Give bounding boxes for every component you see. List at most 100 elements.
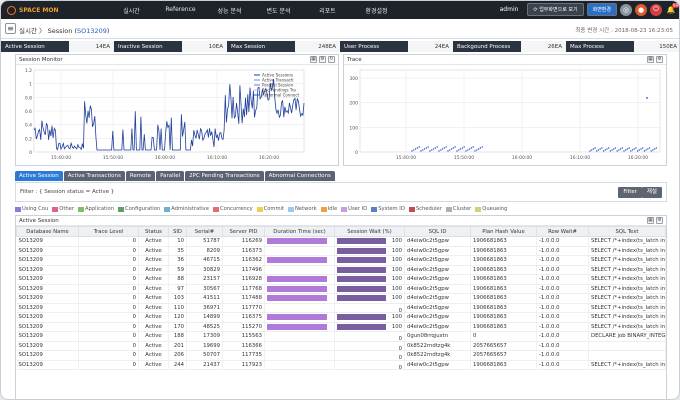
tab-2pc-pending[interactable]: 2PC Pending Transactions bbox=[185, 171, 264, 181]
trace-point bbox=[434, 147, 437, 149]
table-row[interactable]: SO13209 0 Active 244 21437 117923 0 d4eiw0c2t5g… bbox=[16, 360, 666, 370]
table-row[interactable]: SO13209 0 Active 201 19699 116366 0 0k8522rndtz… bbox=[16, 341, 666, 351]
trace-point bbox=[611, 149, 613, 151]
trace-point bbox=[477, 148, 480, 150]
column-header[interactable]: Plan Hash Value bbox=[470, 226, 537, 237]
stat-user-process: User Process 24EA bbox=[340, 41, 453, 52]
refresh-icon[interactable]: ↻ bbox=[328, 56, 335, 63]
y-tick-label: 100 bbox=[349, 125, 358, 131]
trace-point bbox=[635, 147, 637, 149]
column-header[interactable]: SID bbox=[168, 226, 187, 237]
table-row[interactable]: SO13209 0 Active 170 48525 115270 100 d4eiw0c2t… bbox=[16, 322, 666, 332]
trace-point bbox=[591, 149, 593, 151]
tab-active-session[interactable]: Active Session bbox=[15, 171, 63, 181]
column-header[interactable]: SQL ID bbox=[404, 226, 471, 237]
active-session-table-panel: Active Session ▦ ⚙ Database Name Trace Lev… bbox=[15, 215, 667, 399]
tab-remote[interactable]: Remote bbox=[125, 171, 156, 181]
notification-count: 99 bbox=[671, 2, 679, 8]
column-header[interactable]: Duration Time (sec) bbox=[264, 226, 335, 237]
stat-value: 10EA bbox=[182, 41, 227, 52]
table-row[interactable]: SO13209 0 Active 35 8209 116373 100 d4eiw0c2t5g… bbox=[16, 246, 666, 256]
table-row[interactable]: SO13209 0 Active 110 36971 117770 0 d4eiw0c2t5g… bbox=[16, 303, 666, 313]
column-header[interactable]: Trace Level bbox=[78, 226, 139, 237]
nav-item-performance[interactable]: 성능 분석 bbox=[205, 6, 254, 15]
table-row[interactable]: SO13209 0 Active 59 30829 117496 100 d4eiw0c2t5… bbox=[16, 265, 666, 275]
column-header[interactable]: Server PID bbox=[222, 226, 265, 237]
column-header[interactable]: SQL Text bbox=[588, 226, 666, 237]
trace-point bbox=[443, 147, 446, 149]
globe-icon[interactable]: ◎ bbox=[620, 3, 632, 16]
y-tick-label: 1.2 bbox=[25, 68, 32, 74]
config-icon[interactable]: ▦ bbox=[647, 217, 654, 224]
settings-icon[interactable]: ⚙ bbox=[656, 217, 663, 224]
tab-parallel[interactable]: Parallel bbox=[156, 171, 185, 181]
table-row[interactable]: SO13209 0 Active 10 51787 116269 100 d4eiw0c2t5… bbox=[16, 236, 666, 247]
duration-bar bbox=[267, 238, 327, 244]
session-wait-bar bbox=[337, 285, 386, 292]
column-header[interactable]: Status bbox=[138, 226, 169, 237]
table-header-row: Database Name Trace Level Status SID Serial#… bbox=[16, 226, 666, 237]
view-business-button[interactable]: ⟳ 업무화면으로 보기 bbox=[527, 3, 584, 16]
wait-legend-item: User IO bbox=[341, 206, 367, 212]
trace-point bbox=[429, 150, 431, 152]
table-cell: 116373 bbox=[222, 246, 265, 256]
tab-active-transactions[interactable]: Active Transactions bbox=[63, 171, 125, 181]
screen-env-button[interactable]: 화면환경 bbox=[586, 3, 617, 16]
user-icon[interactable]: ● bbox=[635, 3, 647, 16]
table-cell: d4eiw0c2t5gpw bbox=[404, 360, 471, 370]
table-cell: SELECT /*+index(ts_latch ind_sh bbox=[588, 322, 666, 332]
table-cell bbox=[264, 255, 335, 266]
table-row[interactable]: SO13209 0 Active 188 17309 115563 0 0gun08rrqju… bbox=[16, 331, 666, 342]
table-row[interactable]: SO13209 0 Active 103 41511 117488 100 d4eiw0c2t… bbox=[16, 293, 666, 304]
tab-abnormal-connections[interactable]: Abnormal Connections bbox=[264, 171, 335, 181]
nav-item-realtime[interactable]: 실시간 bbox=[107, 6, 156, 15]
config-icon[interactable]: ▦ bbox=[310, 56, 317, 63]
bell-icon[interactable]: 🔔 99 bbox=[665, 2, 679, 16]
table-row[interactable]: SO13209 0 Active 206 50707 117735 0 0k8522rndtz… bbox=[16, 350, 666, 361]
trace-panel: Trace ▦ ⚙ 300 200 100 0 15:40:00 15:50:00 16:00… bbox=[343, 54, 667, 166]
table-cell: 0 bbox=[334, 303, 405, 313]
power-icon[interactable]: ⏻ bbox=[650, 3, 662, 16]
nav-item-report[interactable]: 리포트 bbox=[303, 6, 352, 15]
session-wait-value: 100 bbox=[391, 238, 402, 244]
main-nav: 실시간 Reference 성능 분석 변도 분석 리포트 환경설정 bbox=[107, 6, 401, 15]
column-header[interactable]: Serial# bbox=[186, 226, 223, 237]
table-row[interactable]: SO13209 0 Active 97 30567 117768 100 d4eiw0c2t5… bbox=[16, 284, 666, 294]
nav-item-reference[interactable]: Reference bbox=[156, 6, 205, 15]
table-cell: -1.0.0.0 bbox=[536, 360, 589, 370]
y-tick-label: 1 bbox=[29, 82, 32, 88]
app-logo[interactable]: SPACE MON bbox=[1, 1, 61, 19]
settings-icon[interactable]: ⚙ bbox=[319, 56, 326, 63]
settings-icon[interactable]: ⚙ bbox=[656, 56, 663, 63]
column-header[interactable]: Session Wait (%) bbox=[334, 226, 405, 237]
menu-icon[interactable]: ≡ bbox=[5, 23, 16, 34]
trace-point bbox=[614, 147, 617, 149]
session-wait-value: 100 bbox=[391, 247, 402, 254]
table-cell bbox=[264, 350, 335, 361]
table-cell: Active bbox=[138, 360, 169, 370]
session-monitor-panel: Session Monitor ▦ ⚙ ↻ 1.2 1 0.8 0.6 0.4 0.2 0 15:… bbox=[15, 54, 339, 166]
trace-point bbox=[616, 150, 618, 152]
table-cell: SO13209 bbox=[16, 265, 79, 275]
nav-item-settings[interactable]: 환경설정 bbox=[352, 6, 401, 15]
reset-button[interactable]: 재설 bbox=[641, 187, 662, 198]
filter-button[interactable]: Filter bbox=[618, 187, 642, 198]
table-cell bbox=[264, 265, 335, 275]
table-row[interactable]: SO13209 0 Active 36 46715 116362 100 d4eiw0c2t5… bbox=[16, 255, 666, 266]
table-row[interactable]: SO13209 0 Active 88 23157 116928 100 d4eiw0c2t5… bbox=[16, 274, 666, 285]
column-header[interactable]: Row Wait# bbox=[536, 226, 589, 237]
trace-point bbox=[465, 150, 467, 152]
table-cell: -1.0.0.0 bbox=[536, 293, 589, 304]
table-cell: 36971 bbox=[186, 303, 223, 313]
nav-item-change[interactable]: 변도 분석 bbox=[254, 6, 303, 15]
trace-point bbox=[648, 147, 651, 149]
trace-point bbox=[636, 150, 639, 152]
table-cell: 1906681863 bbox=[470, 246, 537, 256]
column-header[interactable]: Database Name bbox=[16, 226, 79, 237]
title-db-link[interactable]: SO13209 bbox=[77, 27, 107, 35]
config-icon[interactable]: ▦ bbox=[647, 56, 654, 63]
table-row[interactable]: SO13209 0 Active 120 14899 116375 100 d4eiw0c2t… bbox=[16, 312, 666, 323]
wait-legend-label: Idle bbox=[327, 206, 338, 212]
user-name[interactable]: admin bbox=[500, 6, 519, 13]
table-cell: d4eiw0c2t5gpw bbox=[404, 246, 471, 256]
